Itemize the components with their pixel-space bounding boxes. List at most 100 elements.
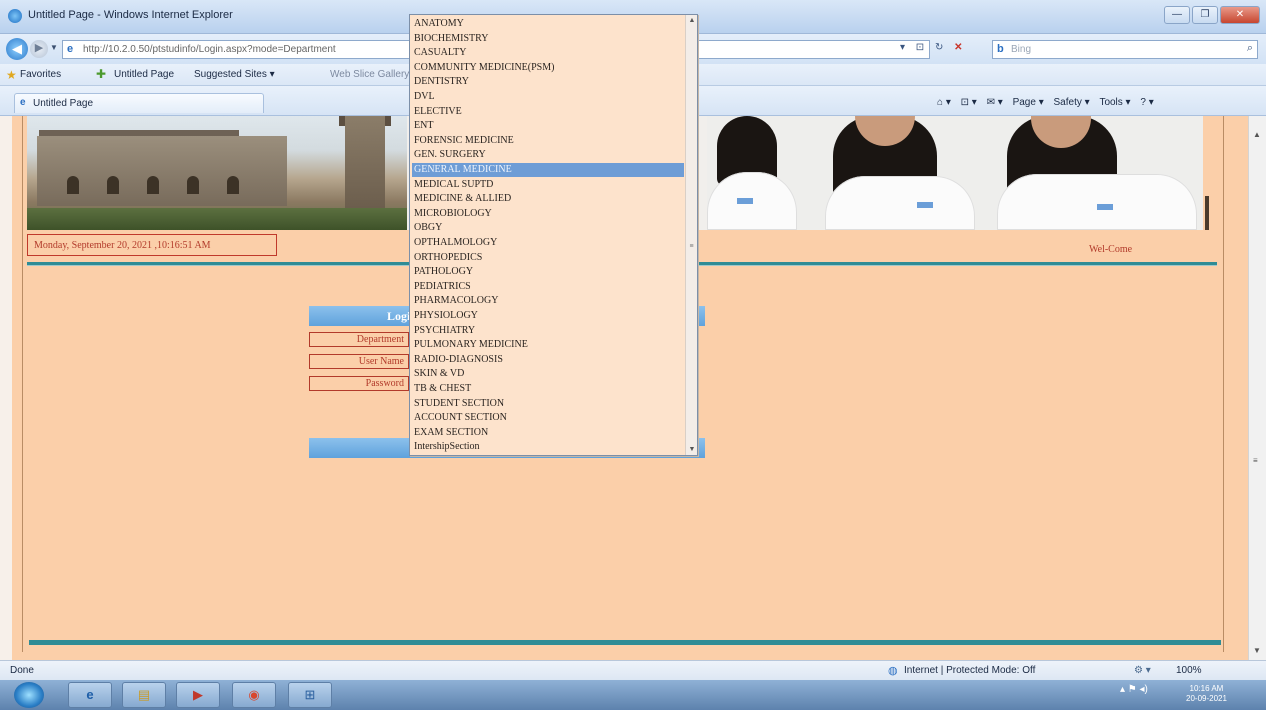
dropdown-option[interactable]: PATHOLOGY	[412, 265, 684, 279]
dropdown-option[interactable]: GEN. SURGERY	[412, 148, 684, 162]
college-building-image	[27, 116, 407, 230]
dropdown-option[interactable]: STUDENT SECTION	[412, 397, 684, 411]
building-window	[187, 176, 199, 194]
person-badge	[917, 202, 933, 208]
favorite-untitled-page[interactable]: Untitled Page	[114, 69, 174, 80]
dropdown-option[interactable]: MICROBIOLOGY	[412, 207, 684, 221]
welcome-text: Wel-Come	[1089, 244, 1133, 255]
dropdown-option[interactable]: BIOCHEMISTRY	[412, 32, 684, 46]
bing-icon: b	[997, 43, 1004, 55]
page-icon: e	[67, 43, 74, 55]
back-button[interactable]: ◀	[6, 38, 28, 60]
zoom-level[interactable]: 100%	[1176, 665, 1202, 676]
dropdown-option[interactable]: ANATOMY	[412, 17, 684, 31]
compat-refresh-icons[interactable]: ▾ ⊡ ↻	[900, 42, 947, 53]
clock-date: 20-09-2021	[1186, 694, 1227, 703]
forward-button[interactable]: ▶	[30, 40, 48, 58]
dropdown-option[interactable]: ACCOUNT SECTION	[412, 411, 684, 425]
history-dropdown-icon[interactable]: ▼	[50, 43, 58, 52]
banner-edge	[1205, 196, 1209, 230]
date-time-box: Monday, September 20, 2021 ,10:16:51 AM	[27, 234, 277, 256]
taskbar-chrome-icon[interactable]: ◉	[232, 682, 276, 708]
favorites-star-icon[interactable]: ★	[6, 68, 17, 82]
favorite-suggested-sites[interactable]: Suggested Sites ▾	[194, 69, 275, 80]
url-text[interactable]: http://10.2.0.50/ptstudinfo/Login.aspx?m…	[83, 44, 336, 55]
department-dropdown-list[interactable]: ANATOMY BIOCHEMISTRY CASUALTY COMMUNITY MED…	[409, 14, 698, 456]
scroll-down-icon[interactable]: ▼	[1253, 646, 1261, 655]
person-coat	[825, 176, 975, 230]
help-menu[interactable]: ? ▾	[1140, 97, 1153, 108]
department-label: Department	[309, 332, 409, 347]
person-badge	[737, 198, 753, 204]
stop-icon[interactable]: ✕	[954, 42, 966, 53]
taskbar-app-icon[interactable]: ⊞	[288, 682, 332, 708]
dropdown-scroll-down-icon[interactable]: ▼	[688, 446, 696, 453]
dropdown-option[interactable]: COMMUNITY MEDICINE(PSM)	[412, 61, 684, 75]
dropdown-option[interactable]: MEDICAL SUPTD	[412, 178, 684, 192]
dropdown-option[interactable]: CASUALTY	[412, 46, 684, 60]
dropdown-option[interactable]: DVL	[412, 90, 684, 104]
username-label: User Name	[309, 354, 409, 369]
home-button[interactable]: ⌂ ▾	[937, 97, 951, 108]
clock-time: 10:16 AM	[1189, 684, 1224, 693]
dropdown-option[interactable]: PULMONARY MEDICINE	[412, 338, 684, 352]
system-tray-icons[interactable]: ▴ ⚑ ◂)	[1120, 684, 1148, 695]
dropdown-option[interactable]: FORENSIC MEDICINE	[412, 134, 684, 148]
page-scrollbar[interactable]: ▲ ≡ ▼	[1248, 116, 1266, 660]
dropdown-option[interactable]: OBGY	[412, 221, 684, 235]
feeds-button[interactable]: ⊡ ▾	[961, 97, 977, 108]
taskbar-explorer-icon[interactable]: ▤	[122, 682, 166, 708]
favorite-web-slice-gallery[interactable]: Web Slice Gallery ▾	[330, 69, 417, 80]
dropdown-option[interactable]: PHYSIOLOGY	[412, 309, 684, 323]
building-window	[147, 176, 159, 194]
tools-menu[interactable]: Tools ▾	[1099, 97, 1130, 108]
password-label: Password	[309, 376, 409, 391]
taskbar: e ▤ ▶ ◉ ⊞ ▴ ⚑ ◂) 10:16 AM 20-09-2021	[0, 680, 1266, 710]
dropdown-option[interactable]: PEDIATRICS	[412, 280, 684, 294]
footer-divider	[29, 640, 1221, 645]
dropdown-option[interactable]: DENTISTRY	[412, 75, 684, 89]
page-menu[interactable]: Page ▾	[1013, 97, 1044, 108]
close-button[interactable]: ✕	[1220, 6, 1260, 24]
dropdown-option[interactable]: EXAM SECTION	[412, 426, 684, 440]
start-button[interactable]	[14, 682, 44, 708]
window-controls: — ❐ ✕	[1162, 6, 1260, 24]
building-window	[227, 176, 239, 194]
dropdown-option[interactable]: OPTHALMOLOGY	[412, 236, 684, 250]
address-tools[interactable]: ▾ ⊡ ↻ ✕	[900, 42, 967, 53]
taskbar-clock[interactable]: 10:16 AM 20-09-2021	[1186, 684, 1227, 704]
search-icon[interactable]: ⌕	[1247, 42, 1253, 55]
maximize-button[interactable]: ❐	[1192, 6, 1218, 24]
add-favorite-icon[interactable]: ✚	[96, 67, 106, 81]
dropdown-option[interactable]: MEDICINE & ALLIED	[412, 192, 684, 206]
dropdown-option[interactable]: ENT	[412, 119, 684, 133]
dropdown-scrollbar[interactable]: ▲ ≡ ▼	[685, 15, 697, 455]
dropdown-option[interactable]: TB & CHEST	[412, 382, 684, 396]
safety-menu[interactable]: Safety ▾	[1054, 97, 1090, 108]
security-status-button[interactable]: ⚙ ▾	[1134, 665, 1151, 676]
dropdown-option[interactable]: RADIO-DIAGNOSIS	[412, 353, 684, 367]
dropdown-option[interactable]: ELECTIVE	[412, 105, 684, 119]
minimize-button[interactable]: —	[1164, 6, 1190, 24]
taskbar-ie-icon[interactable]: e	[68, 682, 112, 708]
person-badge	[1097, 204, 1113, 210]
dropdown-option[interactable]: PSYCHIATRY	[412, 324, 684, 338]
mail-button[interactable]: ✉ ▾	[987, 97, 1003, 108]
trees	[27, 208, 407, 230]
dropdown-option[interactable]: ORTHOPEDICS	[412, 251, 684, 265]
scroll-thumb-icon[interactable]: ≡	[1253, 456, 1258, 465]
search-box[interactable]: b Bing ⌕	[992, 40, 1258, 59]
taskbar-media-player-icon[interactable]: ▶	[176, 682, 220, 708]
tab-untitled-page[interactable]: e Untitled Page	[14, 93, 264, 113]
dropdown-option[interactable]: GENERAL MEDICINE	[412, 163, 684, 177]
dropdown-option[interactable]: SKIN & VD	[412, 367, 684, 381]
dropdown-option[interactable]: IntershipSection	[412, 440, 684, 454]
dropdown-option[interactable]: PHARMACOLOGY	[412, 294, 684, 308]
dropdown-scroll-up-icon[interactable]: ▲	[688, 17, 696, 24]
security-zone-text[interactable]: Internet | Protected Mode: Off	[904, 665, 1035, 676]
favorites-button[interactable]: Favorites	[20, 69, 61, 80]
building-window	[107, 176, 119, 194]
scroll-up-icon[interactable]: ▲	[1253, 130, 1261, 139]
building-tower	[345, 116, 385, 211]
dropdown-scroll-thumb-icon[interactable]: ≡	[687, 243, 696, 253]
